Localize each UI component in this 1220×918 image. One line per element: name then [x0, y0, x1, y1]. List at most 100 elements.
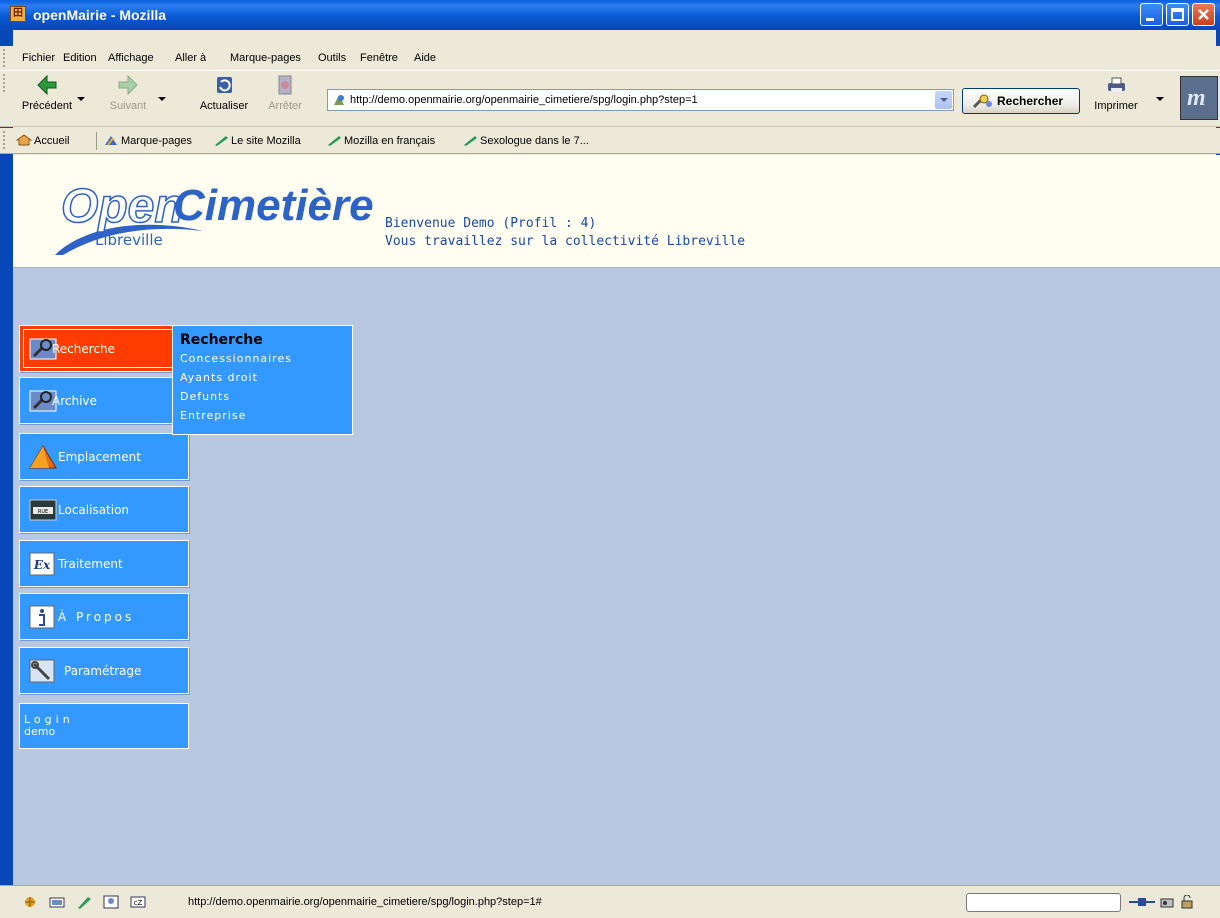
forward-history-dropdown[interactable]: [158, 97, 166, 101]
online-plug-icon[interactable]: [1128, 895, 1156, 909]
menu-outils[interactable]: Outils: [318, 52, 346, 64]
submenu-concessionnaires[interactable]: Concessionnaires: [180, 349, 352, 368]
bookmarks-toolbar: Accueil Marque-pages Le site Mozilla Moz…: [0, 128, 1220, 154]
welcome-line: Bienvenue Demo (Profil : 4): [385, 216, 597, 231]
svg-text:RUE: RUE: [38, 509, 48, 515]
menu-emplacement[interactable]: Emplacement: [19, 433, 189, 480]
grip-handle[interactable]: [3, 49, 8, 67]
window-titlebar[interactable]: 田 openMairie - Mozilla: [0, 0, 1220, 30]
menu-aller-a[interactable]: Aller à: [175, 52, 206, 64]
bookmark-marque-pages[interactable]: Marque-pages: [103, 134, 192, 147]
page-content: Open Cimetière Libreville Bienvenue Demo…: [13, 155, 1220, 885]
svg-text:cZ: cZ: [134, 899, 143, 907]
menu-label: Archive: [52, 394, 97, 408]
bookmark-pen-icon: [464, 136, 477, 146]
address-book-icon[interactable]: [103, 895, 119, 909]
bookmark-label: Marque-pages: [121, 135, 192, 147]
search-magnifier-icon: [972, 94, 992, 109]
forward-arrow-icon: [118, 74, 138, 96]
menu-edition[interactable]: Edition: [63, 52, 97, 64]
grip-handle[interactable]: [3, 74, 8, 92]
bookmark-le-site-mozilla[interactable]: Le site Mozilla: [213, 134, 301, 147]
page-icon: [334, 95, 344, 105]
maximize-button[interactable]: [1166, 3, 1189, 26]
menu-recherche[interactable]: Recherche: [19, 325, 189, 372]
menu-bar: Fichier Edition Affichage Aller à Marque…: [0, 46, 1220, 70]
close-button[interactable]: [1192, 3, 1215, 26]
search-label: Rechercher: [997, 94, 1064, 108]
bookmark-separator: [96, 132, 97, 150]
menu-traitement[interactable]: Ex Traitement: [19, 540, 189, 587]
submenu-title: Recherche: [180, 332, 263, 348]
submenu-defunts[interactable]: Defunts: [180, 387, 352, 406]
home-icon: [16, 134, 32, 146]
status-bar: cZ http://demo.openmairie.org/openmairie…: [0, 885, 1220, 918]
page-header: Open Cimetière Libreville Bienvenue Demo…: [13, 155, 1220, 268]
grip-handle[interactable]: [3, 131, 8, 149]
mail-icon[interactable]: [49, 895, 65, 909]
chat-icon[interactable]: cZ: [130, 895, 146, 909]
cookie-icon[interactable]: [1160, 895, 1176, 909]
bookmark-sexologue[interactable]: Sexologue dans le 7...: [462, 134, 589, 147]
menu-label: Localisation: [58, 503, 130, 517]
menu-marque-pages[interactable]: Marque-pages: [230, 52, 301, 64]
print-button[interactable]: Imprimer: [1088, 73, 1144, 112]
stop-button[interactable]: Arrêter: [262, 73, 308, 112]
svg-text:Ex: Ex: [33, 558, 51, 572]
bookmark-pen-icon: [215, 136, 228, 146]
back-label: Précédent: [21, 100, 73, 112]
function-ex-icon: Ex: [29, 552, 55, 576]
menu-localisation[interactable]: RUE Localisation: [19, 486, 189, 533]
menu-parametrage[interactable]: Paramétrage: [19, 647, 189, 694]
menu-label: Recherche: [52, 342, 116, 356]
opencimetiere-logo[interactable]: Open Cimetière Libreville: [53, 173, 383, 258]
address-bar[interactable]: [327, 89, 954, 111]
back-button[interactable]: Précédent: [18, 73, 76, 112]
bookmark-accueil[interactable]: Accueil: [16, 134, 69, 147]
maximize-icon: [1171, 8, 1184, 21]
status-text: http://demo.openmairie.org/openmairie_ci…: [188, 896, 542, 908]
menu-affichage[interactable]: Affichage: [108, 52, 154, 64]
close-icon: [1198, 9, 1209, 20]
bookmarks-icon: [105, 136, 117, 146]
forward-button[interactable]: Suivant: [102, 73, 154, 112]
bookmark-label: Sexologue dans le 7...: [480, 135, 589, 147]
menu-a-propos[interactable]: À Propos: [19, 593, 189, 640]
search-button[interactable]: Rechercher: [962, 88, 1080, 114]
submenu-entreprise[interactable]: Entreprise: [180, 406, 352, 425]
bookmark-label: Le site Mozilla: [231, 135, 301, 147]
logo-city-text: Libreville: [95, 231, 163, 249]
menu-label: À Propos: [58, 610, 135, 624]
menu-label: Emplacement: [58, 450, 141, 464]
reload-label: Actualiser: [199, 100, 249, 112]
minimize-icon: [1146, 18, 1154, 21]
navigation-toolbar: Précédent Suivant Actualiser Arrêter Rec…: [0, 70, 1220, 127]
bookmark-label: Mozilla en français: [344, 135, 436, 147]
security-lock-icon[interactable]: [1180, 895, 1196, 909]
submenu-ayants-droit[interactable]: Ayants droit: [180, 368, 352, 387]
url-history-dropdown[interactable]: [935, 91, 952, 109]
bookmark-mozilla-en-francais[interactable]: Mozilla en français: [326, 134, 435, 147]
url-input[interactable]: [350, 92, 930, 108]
menu-label: Traitement: [58, 557, 123, 571]
bookmark-pen-icon: [328, 136, 341, 146]
composer-icon[interactable]: [76, 895, 92, 909]
print-dropdown[interactable]: [1156, 97, 1164, 101]
reload-button[interactable]: Actualiser: [192, 73, 256, 112]
stop-label: Arrêter: [268, 100, 302, 112]
browser-icon[interactable]: [22, 895, 38, 909]
forward-label: Suivant: [109, 100, 147, 112]
mozilla-throbber[interactable]: m: [1180, 76, 1218, 120]
stop-icon: [278, 75, 292, 95]
menu-archive[interactable]: Archive: [19, 377, 189, 424]
info-icon: [29, 605, 55, 629]
back-history-dropdown[interactable]: [77, 97, 85, 101]
menu-aide[interactable]: Aide: [414, 52, 436, 64]
menu-fichier[interactable]: Fichier: [22, 52, 55, 64]
street-sign-icon: RUE: [29, 499, 57, 521]
logo-cimetiere-text: Cimetière: [173, 181, 374, 230]
print-label: Imprimer: [1094, 100, 1138, 112]
menu-fenetre[interactable]: Fenêtre: [360, 52, 398, 64]
minimize-button[interactable]: [1140, 3, 1163, 26]
menubar-gap: [0, 30, 1220, 46]
